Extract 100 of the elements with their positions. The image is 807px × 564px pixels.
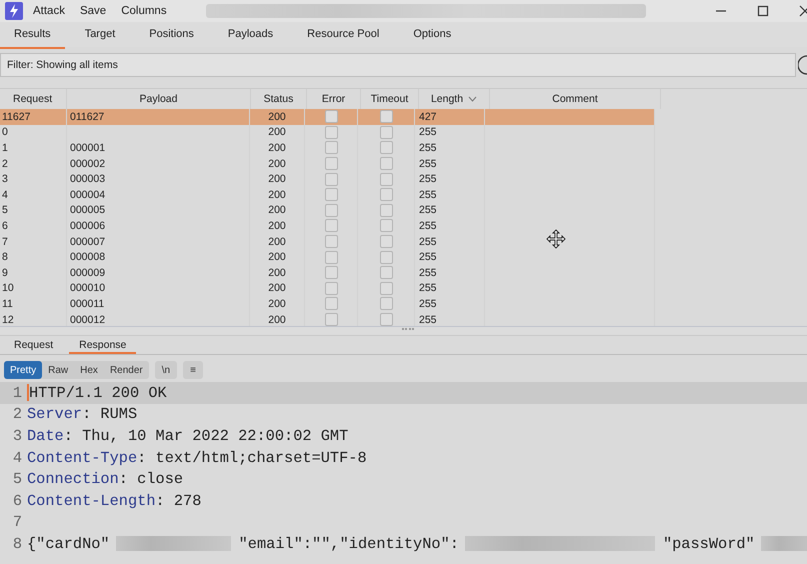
table-row[interactable]: 1 000001 200 255 bbox=[0, 140, 655, 156]
code-text: : Thu, 10 Mar 2022 22:00:02 GMT bbox=[64, 426, 348, 445]
table-cell: 11627 bbox=[2, 110, 30, 123]
table-cell: 10 bbox=[2, 282, 14, 294]
table-cell: 200 bbox=[268, 188, 286, 201]
splitter-grip-icon[interactable] bbox=[402, 328, 414, 332]
table-row[interactable]: 10 000010 200 255 bbox=[0, 280, 655, 296]
code-text: Content-Type bbox=[27, 448, 138, 467]
code-text: : text/html;charset=UTF-8 bbox=[137, 448, 367, 467]
table-cell: 200 bbox=[268, 236, 286, 248]
line-number: 6 bbox=[12, 492, 23, 510]
line-number: 5 bbox=[12, 470, 23, 488]
tab[interactable]: Resource Pool bbox=[293, 22, 394, 49]
table-cell: 011627 bbox=[70, 110, 104, 123]
table-cell: 200 bbox=[268, 158, 286, 170]
tab[interactable]: Positions bbox=[135, 22, 208, 49]
table-cell: 200 bbox=[268, 251, 286, 264]
table-cell: 000005 bbox=[70, 204, 106, 216]
code-text: HTTP/1.1 200 OK bbox=[29, 384, 167, 402]
table-cell: 000006 bbox=[70, 220, 106, 232]
table-cell: 200 bbox=[268, 126, 286, 138]
code-text: Date bbox=[27, 426, 64, 445]
menu-item[interactable]: Attack bbox=[33, 5, 65, 17]
view-button[interactable]: Render bbox=[104, 361, 149, 379]
table-cell: 000002 bbox=[70, 158, 106, 170]
table-row[interactable]: 8 000008 200 255 bbox=[0, 249, 655, 265]
table-cell: 000009 bbox=[70, 266, 106, 279]
code-text: : close bbox=[118, 470, 184, 488]
table-cell: 7 bbox=[2, 236, 8, 248]
table-cell: 200 bbox=[268, 298, 286, 310]
table-cell: 000012 bbox=[70, 314, 106, 326]
code-text: : RUMS bbox=[82, 405, 138, 424]
code-text: "email":"","identityNo": bbox=[238, 534, 459, 553]
table-cell: 255 bbox=[419, 266, 437, 279]
table-cell: 255 bbox=[419, 236, 437, 248]
tab[interactable]: Target bbox=[70, 22, 130, 49]
table-row[interactable]: 3 000003 200 255 bbox=[0, 171, 655, 187]
table-row[interactable]: 0 200 255 bbox=[0, 124, 655, 140]
table-cell: 200 bbox=[268, 204, 286, 216]
view-button[interactable]: Pretty bbox=[4, 361, 42, 379]
table-cell: 255 bbox=[419, 298, 437, 310]
table-cell: 200 bbox=[268, 110, 286, 123]
table-row[interactable]: 11627 011627 200 427 bbox=[0, 109, 655, 125]
table-cell: 000010 bbox=[70, 282, 106, 294]
tab[interactable]: Results bbox=[0, 22, 65, 49]
tab[interactable]: Response bbox=[69, 336, 136, 354]
table-cell: 12 bbox=[2, 314, 14, 326]
toggle-button[interactable]: \n bbox=[154, 361, 178, 379]
table-cell: 255 bbox=[419, 158, 437, 170]
code-text: Content-Length bbox=[27, 492, 156, 510]
move-cursor-icon bbox=[546, 229, 566, 249]
table-cell: 255 bbox=[419, 173, 437, 186]
view-button[interactable]: Hex bbox=[74, 361, 104, 379]
table-cell: 200 bbox=[268, 173, 286, 186]
table-cell: 200 bbox=[268, 314, 286, 326]
table-cell: 9 bbox=[2, 266, 8, 279]
table-cell: 200 bbox=[268, 282, 286, 294]
table-cell: 6 bbox=[2, 220, 8, 232]
table-row[interactable]: 5 000005 200 255 bbox=[0, 202, 655, 218]
menu-item[interactable]: Columns bbox=[121, 5, 167, 17]
table-row[interactable]: 2 000002 200 255 bbox=[0, 156, 655, 172]
code-text: Connection bbox=[27, 470, 119, 488]
table-cell: 255 bbox=[419, 282, 437, 294]
line-number: 8 bbox=[12, 534, 23, 553]
table-row[interactable]: 6 000006 200 255 bbox=[0, 218, 655, 234]
table-cell: 000008 bbox=[70, 251, 106, 264]
tab[interactable]: Request bbox=[4, 336, 64, 354]
table-row[interactable]: 9 000009 200 255 bbox=[0, 264, 655, 281]
line-number: 4 bbox=[12, 448, 23, 467]
table-row[interactable]: 11 000011 200 255 bbox=[0, 296, 655, 312]
menu-item[interactable]: Save bbox=[80, 5, 106, 17]
table-cell: 0 bbox=[2, 126, 8, 138]
table-cell: 5 bbox=[2, 204, 8, 216]
table-cell: 255 bbox=[419, 204, 437, 216]
table-cell: 8 bbox=[2, 251, 8, 264]
redacted-block bbox=[760, 536, 807, 552]
table-cell: 000003 bbox=[70, 173, 106, 186]
table-cell: 1 bbox=[2, 142, 8, 154]
table-cell: 200 bbox=[268, 220, 286, 232]
line-number: 1 bbox=[12, 384, 23, 402]
table-cell: 11 bbox=[2, 298, 13, 310]
line-number: 2 bbox=[12, 405, 23, 424]
line-number: 7 bbox=[12, 513, 23, 532]
table-cell: 255 bbox=[419, 188, 437, 201]
table-cell: 3 bbox=[2, 173, 8, 186]
table-cell: 255 bbox=[419, 142, 437, 154]
table-cell: 000007 bbox=[70, 236, 106, 248]
maximize-icon[interactable] bbox=[757, 5, 769, 17]
toggle-button[interactable]: ≡ bbox=[183, 361, 203, 379]
filter-bar[interactable]: Filter: Showing all items bbox=[0, 52, 796, 76]
code-text: Server bbox=[27, 405, 82, 424]
view-button[interactable]: Raw bbox=[42, 361, 74, 379]
table-row[interactable]: 4 000004 200 255 bbox=[0, 186, 655, 203]
table-cell: 000011 bbox=[70, 298, 104, 310]
tab[interactable]: Payloads bbox=[214, 22, 288, 49]
table-cell: 255 bbox=[419, 126, 437, 138]
tab[interactable]: Options bbox=[399, 22, 466, 49]
table-cell: 200 bbox=[268, 266, 286, 279]
sort-chevron-icon bbox=[468, 96, 478, 102]
table-cell: 2 bbox=[2, 158, 8, 170]
